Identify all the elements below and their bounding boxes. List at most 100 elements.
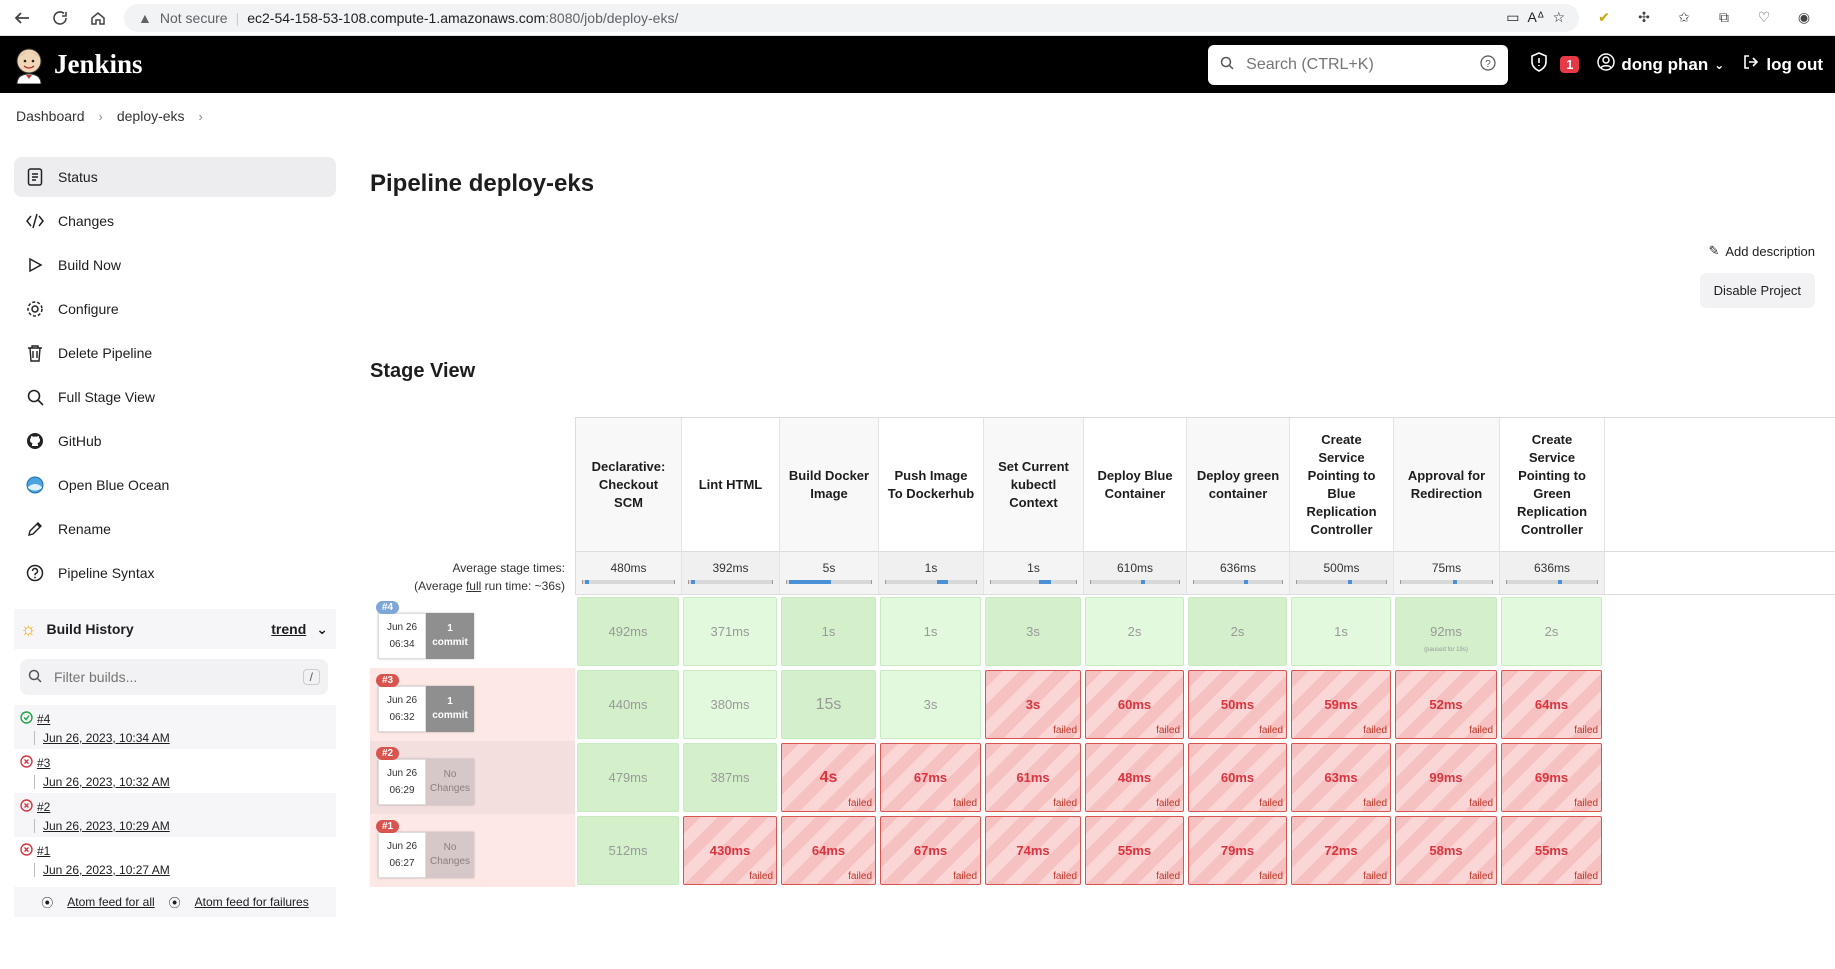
logout-button[interactable]: log out (1742, 53, 1823, 76)
home-icon[interactable] (86, 6, 110, 30)
stage-cell-success[interactable]: 380ms (683, 670, 777, 739)
add-description-button[interactable]: ✎ Add description (1708, 243, 1815, 259)
profile-avatar-icon[interactable]: ◉ (1793, 7, 1815, 29)
stage-cell-failed[interactable]: 64ms failed (1501, 670, 1602, 739)
run-number-badge[interactable]: #3 (376, 674, 400, 687)
favorite-star-icon[interactable]: ☆ (1552, 9, 1565, 26)
run-number-badge[interactable]: #2 (376, 747, 400, 760)
back-icon[interactable] (10, 6, 34, 30)
sidebar-item-rename[interactable]: Rename (14, 509, 336, 549)
breadcrumb-dashboard[interactable]: Dashboard (16, 108, 85, 124)
collections-icon[interactable]: ⧉ (1713, 7, 1735, 29)
stage-cell-failed[interactable]: 59ms failed (1291, 670, 1391, 739)
extension-check-icon[interactable]: ✔ (1593, 7, 1615, 29)
atom-feed-failures-link[interactable]: Atom feed for failures (195, 895, 309, 909)
jenkins-logo[interactable]: Jenkins (12, 46, 143, 84)
stage-cell-success[interactable]: 15s (781, 670, 876, 739)
filter-builds-input[interactable] (52, 668, 293, 686)
stage-cell-failed[interactable]: 55ms failed (1501, 816, 1602, 885)
stage-cell-success[interactable]: 440ms (577, 670, 679, 739)
favorites-icon[interactable]: ✩ (1673, 7, 1695, 29)
stage-cell-success[interactable]: 1s (880, 597, 981, 666)
stage-cell-failed[interactable]: 79ms failed (1188, 816, 1287, 885)
stage-cell-failed[interactable]: 69ms failed (1501, 743, 1602, 812)
build-date-link[interactable]: Jun 26, 2023, 10:34 AM (43, 731, 170, 745)
stage-cell-success[interactable]: 2s (1188, 597, 1287, 666)
sidebar-item-status[interactable]: Status (14, 157, 336, 197)
stage-cell-failed[interactable]: 60ms failed (1188, 743, 1287, 812)
sidebar-item-build-now[interactable]: Build Now (14, 245, 336, 285)
sidebar-item-open-blue-ocean[interactable]: Open Blue Ocean (14, 465, 336, 505)
security-alert-button[interactable]: 1 (1530, 52, 1580, 77)
help-circle-icon[interactable]: ? (1480, 55, 1496, 74)
build-number-link[interactable]: #1 (37, 844, 50, 858)
stage-cell-success[interactable]: 2s (1085, 597, 1184, 666)
stage-cell-failed[interactable]: 64ms failed (781, 816, 876, 885)
sidebar-item-full-stage-view[interactable]: Full Stage View (14, 377, 336, 417)
extensions-puzzle-icon[interactable]: ✣ (1633, 7, 1655, 29)
app-available-icon[interactable]: ▭ (1506, 9, 1519, 26)
sidebar-item-pipeline-syntax[interactable]: Pipeline Syntax (14, 553, 336, 593)
stage-cell-success[interactable]: 371ms (683, 597, 777, 666)
stage-cell-failed[interactable]: 67ms failed (880, 816, 981, 885)
filter-builds-box[interactable]: / (20, 659, 328, 695)
sidebar-item-changes[interactable]: Changes (14, 201, 336, 241)
sidebar-item-github[interactable]: GitHub (14, 421, 336, 461)
stage-cell-success[interactable]: 479ms (577, 743, 679, 812)
stage-cell-success[interactable]: 92ms (paused for 19s) (1395, 597, 1497, 666)
stage-cell-failed[interactable]: 3s failed (985, 670, 1081, 739)
run-card[interactable]: Jun 26 06:29 No Changes (378, 758, 474, 805)
stage-cell-failed[interactable]: 55ms failed (1085, 816, 1184, 885)
breadcrumb-job[interactable]: deploy-eks (117, 108, 185, 124)
run-changes[interactable]: No Changes (426, 831, 474, 878)
address-bar[interactable]: ▲ Not secure | ec2-54-158-53-108.compute… (124, 3, 1579, 32)
stage-cell-failed[interactable]: 4s failed (781, 743, 876, 812)
stage-cell-failed[interactable]: 60ms failed (1085, 670, 1184, 739)
trend-link[interactable]: trend (271, 621, 306, 637)
chevron-down-icon[interactable]: ⌄ (316, 621, 328, 638)
stage-cell-success[interactable]: 2s (1501, 597, 1602, 666)
build-number-link[interactable]: #3 (37, 756, 50, 770)
user-menu[interactable]: dong phan ⌄ (1597, 53, 1724, 76)
sidebar-item-delete-pipeline[interactable]: Delete Pipeline (14, 333, 336, 373)
run-card[interactable]: Jun 26 06:32 1 commit (378, 685, 474, 732)
run-card[interactable]: Jun 26 06:34 1 commit (378, 612, 474, 659)
stage-cell-failed[interactable]: 50ms failed (1188, 670, 1287, 739)
stage-cell-success[interactable]: 3s (985, 597, 1081, 666)
stage-cell-failed[interactable]: 72ms failed (1291, 816, 1391, 885)
stage-cell-failed[interactable]: 48ms failed (1085, 743, 1184, 812)
stage-cell-success[interactable]: 512ms (577, 816, 679, 885)
stage-cell-success[interactable]: 3s (880, 670, 981, 739)
search-input[interactable] (1244, 54, 1471, 75)
build-date-link[interactable]: Jun 26, 2023, 10:27 AM (43, 863, 170, 877)
stage-cell-failed[interactable]: 99ms failed (1395, 743, 1497, 812)
stage-cell-success[interactable]: 492ms (577, 597, 679, 666)
stage-cell-failed[interactable]: 67ms failed (880, 743, 981, 812)
stage-cell-success[interactable]: 1s (1291, 597, 1391, 666)
build-date-link[interactable]: Jun 26, 2023, 10:29 AM (43, 819, 170, 833)
run-changes[interactable]: No Changes (426, 758, 474, 805)
chevron-right-icon[interactable]: › (199, 109, 203, 124)
stage-cell-success[interactable]: 387ms (683, 743, 777, 812)
search-box[interactable]: ? (1208, 44, 1509, 85)
run-card[interactable]: Jun 26 06:27 No Changes (378, 831, 474, 878)
build-number-link[interactable]: #2 (37, 800, 50, 814)
refresh-icon[interactable] (48, 6, 72, 30)
stage-cell-failed[interactable]: 430ms failed (683, 816, 777, 885)
disable-project-button[interactable]: Disable Project (1699, 273, 1815, 308)
atom-feed-all-link[interactable]: Atom feed for all (67, 895, 154, 909)
read-aloud-icon[interactable]: Aᐞ (1527, 9, 1544, 26)
run-changes[interactable]: 1 commit (426, 685, 474, 732)
build-number-link[interactable]: #4 (37, 712, 50, 726)
stage-cell-failed[interactable]: 52ms failed (1395, 670, 1497, 739)
run-number-badge[interactable]: #4 (376, 601, 400, 614)
full-run-link[interactable]: full (466, 579, 481, 593)
stage-cell-failed[interactable]: 58ms failed (1395, 816, 1497, 885)
stage-cell-failed[interactable]: 63ms failed (1291, 743, 1391, 812)
heartbeat-icon[interactable]: ♡ (1753, 7, 1775, 29)
run-number-badge[interactable]: #1 (376, 820, 400, 833)
sidebar-item-configure[interactable]: Configure (14, 289, 336, 329)
run-changes[interactable]: 1 commit (426, 612, 474, 659)
stage-cell-success[interactable]: 1s (781, 597, 876, 666)
stage-cell-failed[interactable]: 74ms failed (985, 816, 1081, 885)
